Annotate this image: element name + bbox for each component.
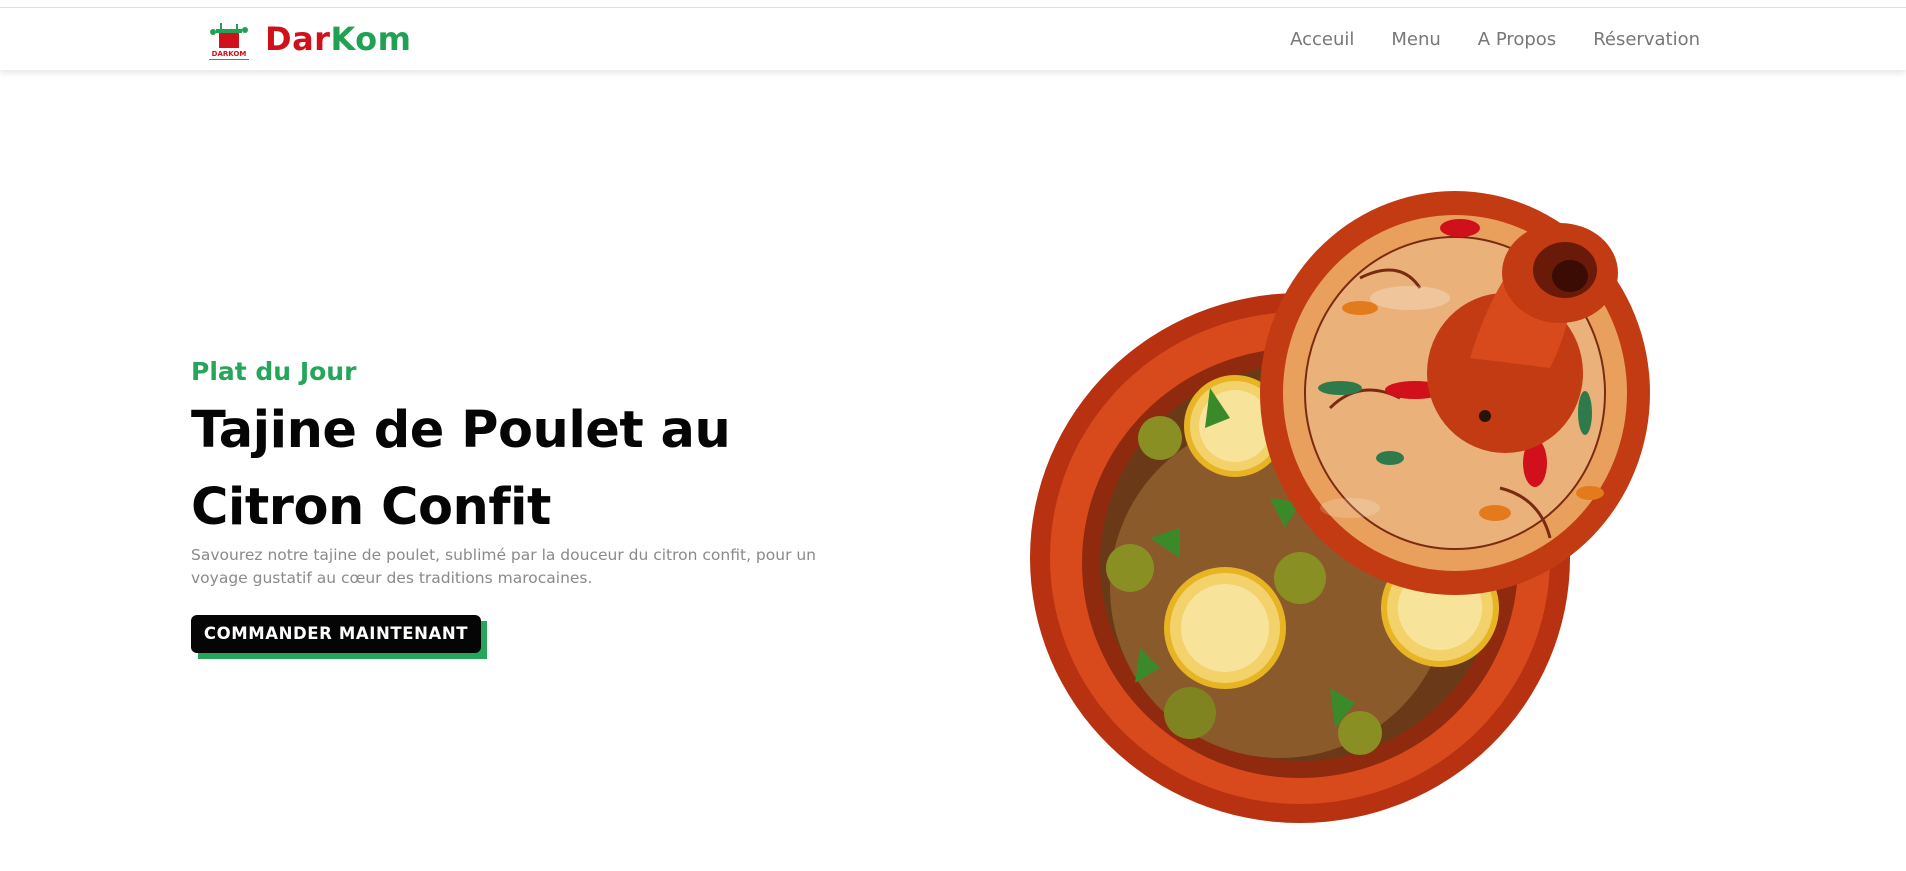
nav-link-menu[interactable]: Menu [1391,28,1440,52]
hero-title: Tajine de Poulet au Citron Confit [191,401,731,537]
top-border [0,0,1906,8]
tajine-image [1030,191,1650,823]
nav-link-reservation[interactable]: Réservation [1593,28,1700,52]
nav-link-acceuil[interactable]: Acceuil [1290,28,1354,52]
order-now-button[interactable]: COMMANDER MAINTENANT [191,615,481,653]
nav-link-a-propos[interactable]: A Propos [1478,28,1556,52]
brand-name-kom: Kom [330,20,412,58]
svg-text:DARKOM: DARKOM [212,50,247,58]
hero-description: Savourez notre tajine de poulet, sublimé… [191,546,817,587]
hero-subtitle: Plat du Jour [191,357,357,386]
brand-name[interactable]: DarKom [265,18,412,60]
site-header: DARKOM DarKom Acceuil Menu A Propos Rése… [0,8,1906,70]
main-nav: Acceuil Menu A Propos Réservation [1290,28,1700,52]
brand-name-dar: Dar [265,20,331,58]
logo-icon[interactable]: DARKOM [205,20,253,62]
